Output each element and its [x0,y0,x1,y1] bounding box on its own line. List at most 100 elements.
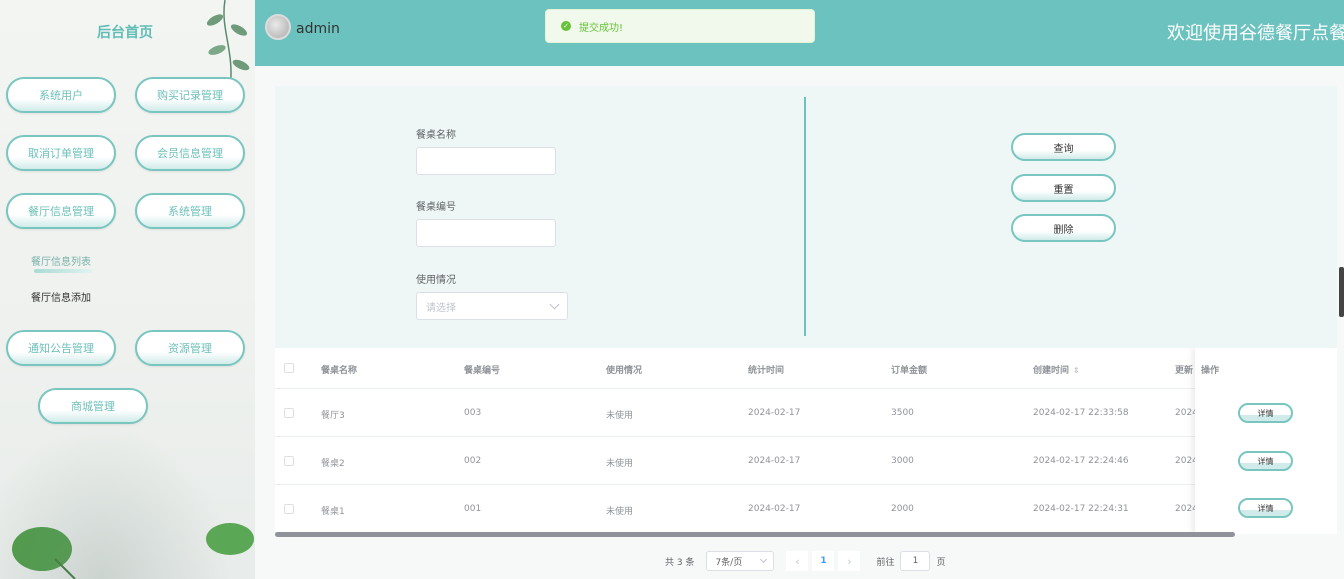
avatar[interactable] [265,14,291,40]
menu-system-users[interactable]: 系统用户 [6,77,116,113]
next-page-icon[interactable]: › [838,551,861,571]
row-checkbox[interactable] [284,408,294,418]
table-code-label: 餐桌编号 [416,202,456,213]
pagination-total: 共 3 条 [665,557,695,568]
goto-page-input[interactable]: 1 [900,551,931,571]
table-row: 餐桌1 001 未使用 2024-02-17 2000 2024-02-17 2… [275,485,1337,533]
cell-created: 2024-02-17 22:33:58 [1033,408,1129,418]
menu-resources[interactable]: 资源管理 [135,330,245,366]
detail-button[interactable]: 详情 [1238,451,1293,471]
prev-page-icon[interactable]: ‹ [786,551,809,571]
menu-member-info[interactable]: 会员信息管理 [135,135,245,171]
chevron-down-icon [760,555,768,564]
cell-created: 2024-02-17 22:24:46 [1033,456,1129,466]
delete-button[interactable]: 删除 [1011,214,1116,242]
panel-divider [804,97,806,336]
col-created-time[interactable]: 创建时间 ⇕ [1033,363,1080,376]
cell-status: 未使用 [606,459,634,469]
select-placeholder: 请选择 [426,302,456,314]
search-panel: 餐桌名称 餐桌编号 使用情况 请选择 查询 重置 删除 [275,86,1337,348]
cell-status: 未使用 [606,507,634,517]
cell-amount: 3500 [891,408,914,418]
username[interactable]: admin [296,21,340,37]
submenu-active-indicator [34,269,92,273]
menu-label: 资源管理 [168,342,212,355]
cell-stat-time: 2024-02-17 [748,504,801,514]
menu-label: 系统用户 [39,89,83,102]
menu-label: 会员信息管理 [157,147,223,160]
cell-status: 未使用 [606,411,634,421]
usage-status-select[interactable]: 请选择 [416,292,568,320]
sort-icon[interactable]: ⇕ [1073,366,1080,375]
cell-code: 003 [464,408,482,418]
cell-amount: 2000 [891,504,914,514]
cell-name: 餐厅3 [321,411,345,421]
button-label: 删除 [1053,224,1074,236]
table-row: 餐桌2 002 未使用 2024-02-17 3000 2024-02-17 2… [275,437,1337,485]
submenu-restaurant-add[interactable]: 餐厅信息添加 [31,289,91,304]
cell-stat-time: 2024-02-17 [748,456,801,466]
col-order-amount: 订单金额 [891,366,928,376]
menu-announcements[interactable]: 通知公告管理 [6,330,116,366]
button-label: 详情 [1257,503,1274,513]
toast-message: 提交成功! [579,22,624,34]
table-code-input[interactable] [416,219,556,247]
page-vertical-scrollbar[interactable] [1339,267,1344,317]
button-label: 详情 [1257,408,1274,418]
data-table: 餐桌名称 餐桌编号 使用情况 统计时间 订单金额 创建时间 ⇕ 更新 餐厅3 00… [275,348,1337,534]
menu-cancel-orders[interactable]: 取消订单管理 [6,135,116,171]
reset-button[interactable]: 重置 [1011,174,1116,202]
col-created-label: 创建时间 [1033,366,1070,376]
menu-label: 购买记录管理 [157,89,223,102]
menu-label: 商城管理 [71,400,115,413]
table-horizontal-scrollbar[interactable] [275,532,1235,537]
select-all-checkbox[interactable] [284,363,294,373]
table-row: 餐厅3 003 未使用 2024-02-17 3500 2024-02-17 2… [275,389,1337,437]
chevron-down-icon [549,299,560,310]
goto-label: 前往 [876,557,895,568]
query-button[interactable]: 查询 [1011,133,1116,161]
button-label: 查询 [1053,143,1074,155]
menu-mall[interactable]: 商城管理 [38,388,148,424]
button-label: 重置 [1053,184,1074,196]
success-toast: ✓ 提交成功! [545,9,815,43]
button-label: 详情 [1257,456,1274,466]
table-name-input[interactable] [416,147,556,175]
table-name-label: 餐桌名称 [416,130,456,141]
col-stat-time: 统计时间 [748,366,785,376]
cell-stat-time: 2024-02-17 [748,408,801,418]
detail-button[interactable]: 详情 [1238,403,1293,423]
col-table-code: 餐桌编号 [464,366,501,376]
page-size-select[interactable]: 7条/页 [706,551,775,571]
check-circle-icon: ✓ [561,21,571,31]
cell-name: 餐桌2 [321,459,345,469]
submenu-restaurant-list[interactable]: 餐厅信息列表 [31,253,91,268]
col-usage-status: 使用情况 [606,366,643,376]
pagination: 共 3 条 7条/页 ‹ 1 › 前往 1 页 [665,550,945,572]
col-actions: 操作 [1201,366,1220,376]
actions-column: 操作 详情 详情 详情 [1195,348,1337,534]
cell-code: 002 [464,456,482,466]
page-number-current[interactable]: 1 [812,551,835,571]
table-header: 餐桌名称 餐桌编号 使用情况 统计时间 订单金额 创建时间 ⇕ 更新 [275,348,1337,389]
row-checkbox[interactable] [284,504,294,514]
cell-name: 餐桌1 [321,507,345,517]
row-checkbox[interactable] [284,456,294,466]
cell-created: 2024-02-17 22:24:31 [1033,504,1129,514]
menu-restaurant-info[interactable]: 餐厅信息管理 [6,193,116,229]
menu-label: 通知公告管理 [28,342,94,355]
brand-title[interactable]: 后台首页 [97,22,153,42]
page-size-value: 7条/页 [715,557,743,568]
menu-purchase-records[interactable]: 购买记录管理 [135,77,245,113]
welcome-title: 欢迎使用谷德餐厅点餐系 [1167,23,1344,44]
detail-button[interactable]: 详情 [1238,498,1293,518]
page-unit-label: 页 [936,557,946,568]
col-updated-time: 更新 [1175,366,1194,376]
usage-status-label: 使用情况 [416,275,456,286]
col-table-name: 餐桌名称 [321,366,358,376]
cell-code: 001 [464,504,482,514]
menu-label: 系统管理 [168,205,212,218]
menu-label: 餐厅信息管理 [28,205,94,218]
cell-amount: 3000 [891,456,914,466]
menu-system-management[interactable]: 系统管理 [135,193,245,229]
